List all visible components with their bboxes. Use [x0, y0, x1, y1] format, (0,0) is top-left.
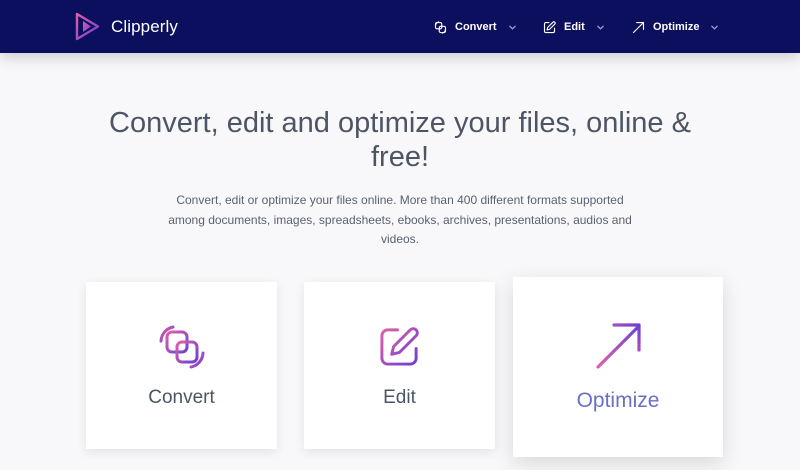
edit-icon	[543, 20, 556, 33]
optimize-card-label: Optimize	[576, 389, 660, 412]
top-navbar: Clipperly Convert Edit Optimize	[0, 0, 800, 53]
chevron-down-icon	[508, 25, 516, 30]
nav-convert[interactable]: Convert	[433, 16, 517, 38]
arrow-up-right-icon	[596, 323, 641, 369]
nav-convert-label: Convert	[455, 21, 497, 33]
convert-card[interactable]: Convert	[86, 282, 277, 449]
edit-card[interactable]: Edit	[304, 282, 495, 449]
nav-optimize[interactable]: Optimize	[631, 16, 719, 38]
optimize-card[interactable]: Optimize	[513, 277, 723, 457]
chevron-down-icon	[596, 25, 604, 30]
chevron-down-icon	[711, 25, 719, 30]
nav-edit[interactable]: Edit	[542, 16, 605, 38]
hero-title: Convert, edit and optimize your files, o…	[109, 107, 691, 173]
brand-name: Clipperly	[111, 16, 179, 36]
hero-description: Convert, edit or optimize your files onl…	[168, 193, 632, 246]
convert-card-label: Convert	[148, 387, 215, 408]
arrow-up-right-icon	[632, 21, 645, 33]
convert-icon	[434, 20, 447, 34]
convert-icon	[159, 325, 205, 369]
brand-logo-icon	[75, 12, 100, 41]
edit-card-label: Edit	[383, 387, 416, 408]
brand-home-link[interactable]: Clipperly	[73, 11, 178, 42]
edit-icon	[380, 327, 419, 366]
nav-edit-label: Edit	[564, 21, 585, 33]
nav-optimize-label: Optimize	[653, 21, 700, 33]
